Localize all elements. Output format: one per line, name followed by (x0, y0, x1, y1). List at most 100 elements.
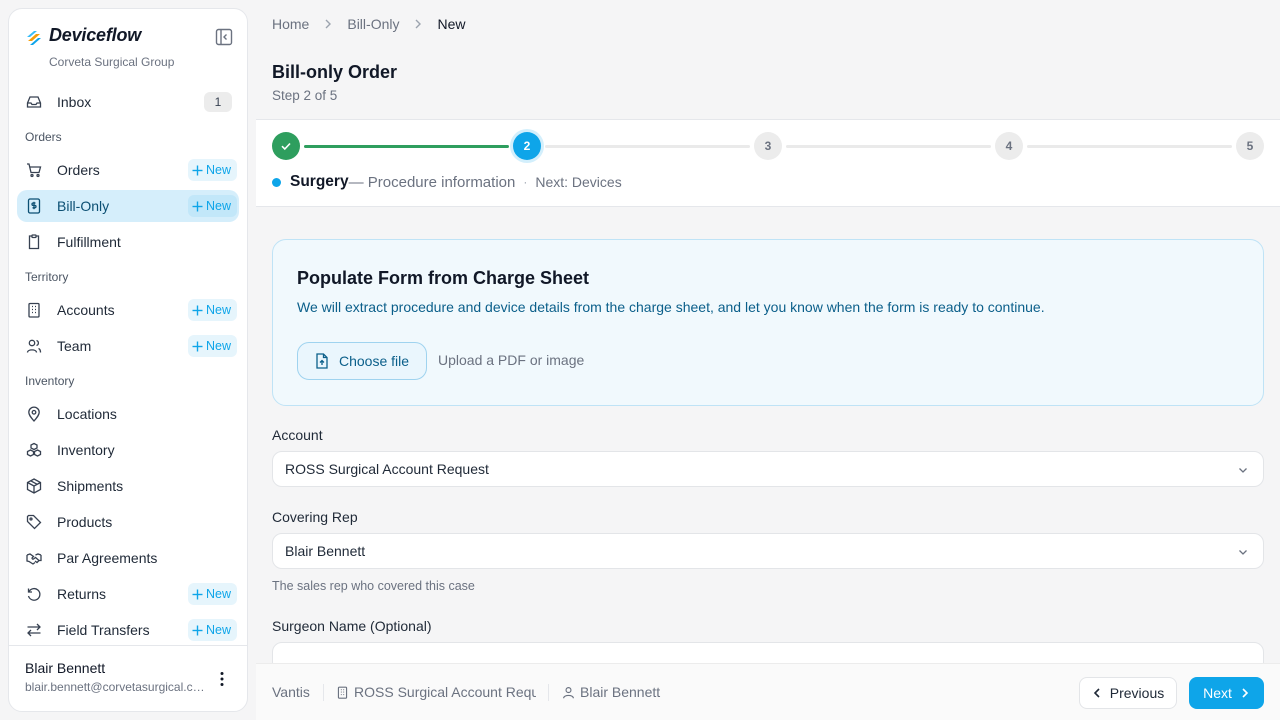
sidebar-item-label: Bill-Only (57, 198, 110, 214)
plus-icon (192, 165, 203, 175)
sidebar-item-products[interactable]: Products (17, 506, 239, 538)
building-icon (28, 302, 40, 318)
chevron-left-icon (1093, 688, 1100, 698)
next-button[interactable]: Next (1189, 677, 1264, 709)
plus-icon (192, 305, 203, 315)
chevron-right-icon (325, 19, 332, 29)
plus-icon (192, 341, 203, 351)
user-profile: Blair Bennett blair.bennett@corvetasurgi… (9, 645, 247, 711)
sidebar-item-returns[interactable]: Returns New (17, 578, 239, 610)
sidebar-item-fulfillment[interactable]: Fulfillment (17, 226, 239, 258)
page-title: Bill-only Order (272, 62, 398, 82)
new-return-button[interactable]: New (187, 583, 237, 605)
brand: Deviceflow Corveta Surgical Group (25, 25, 233, 69)
chevron-right-icon (415, 19, 422, 29)
footer-divider (548, 684, 549, 701)
breadcrumb-bill-only[interactable]: Bill-Only (347, 16, 399, 32)
new-bill-only-button[interactable]: New (187, 195, 237, 217)
sidebar-item-inbox[interactable]: Inbox 1 (17, 86, 239, 118)
new-field-transfer-button[interactable]: New (187, 619, 237, 641)
step-2-current[interactable]: 2 (513, 132, 541, 160)
sidebar-item-label: Shipments (57, 478, 124, 494)
charge-sheet-upload-card: Populate Form from Charge Sheet We will … (272, 239, 1264, 406)
map-pin-icon (28, 406, 40, 422)
sidebar-item-par-agreements[interactable]: Par Agreements (17, 542, 239, 574)
choose-file-button[interactable]: Choose file (297, 342, 427, 380)
step-connector (786, 145, 991, 148)
covering-rep-helper: The sales rep who covered this case (272, 579, 475, 593)
plus-icon (192, 625, 203, 635)
chevron-down-icon (1239, 468, 1247, 473)
section-label-inventory: Inventory (25, 374, 75, 388)
section-label-territory: Territory (25, 270, 69, 284)
current-step-dot (272, 177, 281, 187)
sidebar-item-label: Orders (57, 162, 100, 178)
tag-icon (26, 514, 42, 530)
building-icon (337, 686, 348, 699)
sidebar-item-label: Field Transfers (57, 622, 150, 638)
new-label: New (205, 199, 231, 213)
deviceflow-logo-icon (27, 31, 41, 45)
sidebar-item-field-transfers[interactable]: Field Transfers New (17, 614, 239, 646)
breadcrumb-home[interactable]: Home (272, 16, 309, 32)
sidebar-item-orders[interactable]: Orders New (17, 154, 239, 186)
sidebar-item-label: Returns (57, 586, 107, 602)
footer-vendor: Vantis (272, 684, 310, 700)
org-name: Corveta Surgical Group (49, 55, 175, 69)
check-icon (281, 142, 291, 151)
new-label: New (205, 587, 231, 601)
boxes-icon (26, 442, 42, 457)
step-name: Surgery (290, 173, 349, 190)
footer-divider (323, 684, 324, 701)
more-vertical-icon[interactable] (213, 670, 231, 688)
breadcrumb: Home Bill-Only New (272, 14, 466, 34)
sidebar-item-label: Accounts (57, 302, 115, 318)
surgeon-name-label: Surgeon Name (Optional) (272, 618, 432, 634)
new-account-button[interactable]: New (187, 299, 237, 321)
upload-description: We will extract procedure and device det… (297, 299, 1045, 315)
covering-rep-select[interactable]: Blair Bennett (272, 533, 1264, 569)
footer-rep: Blair Bennett (562, 684, 660, 700)
step-separator: · (523, 175, 528, 189)
sidebar-item-label: Locations (57, 406, 117, 422)
upload-hint: Upload a PDF or image (438, 352, 585, 368)
account-value: ROSS Surgical Account Request (285, 461, 489, 477)
step-description: — Procedure information (348, 173, 516, 191)
sidebar: Deviceflow Corveta Surgical Group Inbox … (8, 8, 248, 712)
sidebar-item-team[interactable]: Team New (17, 330, 239, 362)
file-upload-icon (316, 353, 328, 369)
sidebar-item-bill-only[interactable]: Bill-Only New (17, 190, 239, 222)
chevron-down-icon (1239, 550, 1247, 555)
account-label: Account (272, 427, 323, 443)
previous-button[interactable]: Previous (1079, 677, 1177, 709)
brand-name: Deviceflow (49, 25, 142, 45)
sidebar-item-accounts[interactable]: Accounts New (17, 294, 239, 326)
previous-label: Previous (1109, 685, 1165, 701)
new-order-button[interactable]: New (187, 159, 237, 181)
plus-icon (192, 589, 203, 599)
cart-icon (27, 163, 42, 178)
user-email: blair.bennett@corvetasurgical.com (25, 680, 209, 694)
next-label: Next (1203, 685, 1232, 701)
step-5[interactable]: 5 (1236, 132, 1264, 160)
sidebar-item-shipments[interactable]: Shipments (17, 470, 239, 502)
step-3[interactable]: 3 (754, 132, 782, 160)
sidebar-item-label: Inventory (57, 442, 115, 458)
footer-account: ROSS Surgical Account Request (336, 684, 536, 700)
rotate-ccw-icon (27, 588, 41, 601)
upload-title: Populate Form from Charge Sheet (297, 268, 590, 288)
sidebar-item-label: Par Agreements (57, 550, 158, 566)
step-4[interactable]: 4 (995, 132, 1023, 160)
step-connector (304, 145, 509, 148)
account-select[interactable]: ROSS Surgical Account Request (272, 451, 1264, 487)
step-1-completed[interactable] (272, 132, 300, 160)
inbox-icon (26, 96, 42, 108)
collapse-sidebar-icon[interactable] (215, 28, 233, 46)
sidebar-item-inventory[interactable]: Inventory (17, 434, 239, 466)
breadcrumb-current: New (437, 16, 466, 32)
page-subtitle: Step 2 of 5 (272, 88, 338, 103)
sidebar-item-locations[interactable]: Locations (17, 398, 239, 430)
new-team-member-button[interactable]: New (187, 335, 237, 357)
new-label: New (205, 303, 231, 317)
choose-file-label: Choose file (339, 353, 410, 369)
